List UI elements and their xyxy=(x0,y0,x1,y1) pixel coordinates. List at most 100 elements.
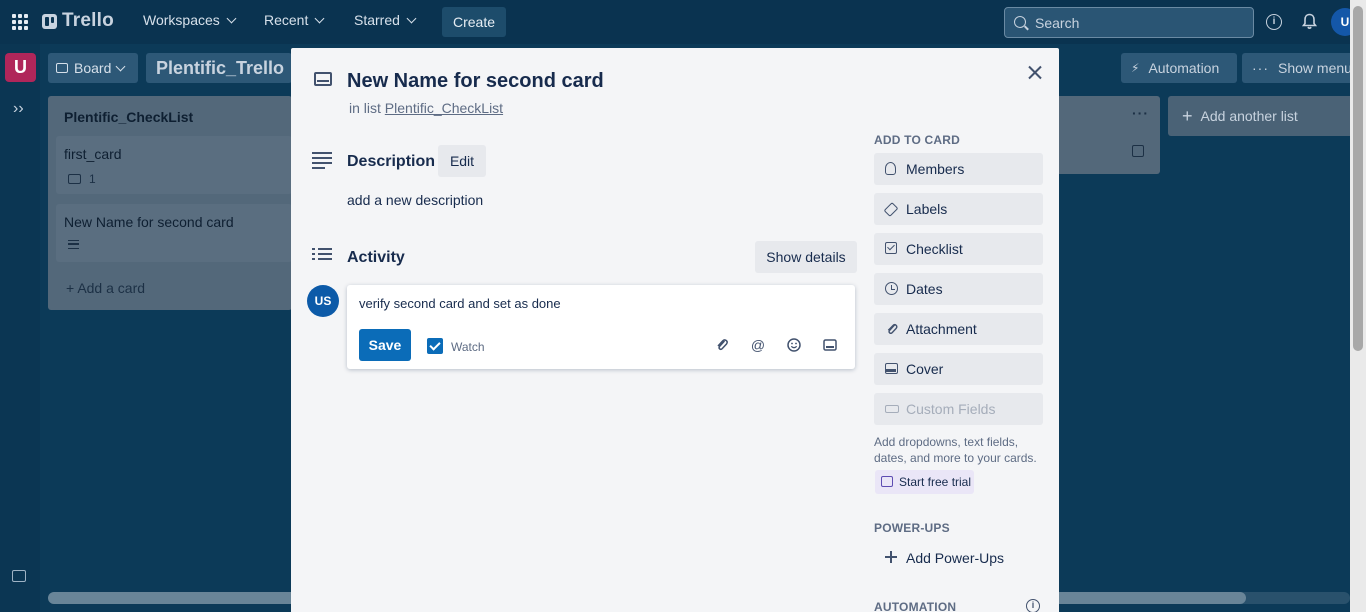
comment-count: 1 xyxy=(89,172,96,186)
app-switcher-icon[interactable] xyxy=(12,14,28,30)
board-icon xyxy=(56,63,68,73)
add-to-card-heading: ADD TO CARD xyxy=(874,133,960,147)
members-button[interactable]: Members xyxy=(874,153,1043,185)
add-list-button[interactable]: + Add another list xyxy=(1168,96,1366,136)
scrollbar-thumb[interactable] xyxy=(1353,6,1363,351)
board-title[interactable]: Plentific_Trello xyxy=(146,53,292,83)
chevron-down-icon xyxy=(314,13,325,23)
cover-button[interactable]: Cover xyxy=(874,353,1043,385)
card-first[interactable]: first_card 1 xyxy=(56,136,292,194)
activity-icon xyxy=(312,248,332,266)
watch-checkbox[interactable] xyxy=(427,338,443,354)
chevron-down-icon xyxy=(226,13,237,23)
in-list-prefix: in list xyxy=(349,100,381,116)
list-title[interactable]: Plentific_CheckList xyxy=(64,109,193,125)
list-menu-icon[interactable]: ··· xyxy=(1132,105,1149,121)
dates-button[interactable]: Dates xyxy=(874,273,1043,305)
activity-heading: Activity xyxy=(347,249,405,266)
cover-icon xyxy=(885,363,898,374)
search-icon xyxy=(1014,16,1026,28)
custom-fields-label: Custom Fields xyxy=(906,401,996,417)
checklist-button[interactable]: Checklist xyxy=(874,233,1043,265)
comment-input[interactable]: verify second card and set as done xyxy=(359,296,561,311)
card-title: New Name for second card xyxy=(64,214,234,230)
list-link[interactable]: Plentific_CheckList xyxy=(385,100,503,116)
card-template-icon[interactable] xyxy=(1132,145,1144,157)
left-sidebar xyxy=(0,44,40,612)
watch-label: Watch xyxy=(451,340,485,354)
description-icon xyxy=(68,240,79,249)
nav-recent[interactable]: Recent xyxy=(264,12,325,28)
dates-label: Dates xyxy=(906,281,943,297)
show-details-button[interactable]: Show details xyxy=(755,241,857,273)
save-button[interactable]: Save xyxy=(359,329,411,361)
emoji-icon[interactable] xyxy=(785,336,803,354)
add-card-button[interactable]: + Add a card xyxy=(66,280,145,296)
list-plentific-checklist: Plentific_CheckList first_card 1 New Nam… xyxy=(48,96,292,310)
comment-icon xyxy=(68,174,81,184)
plus-icon: + xyxy=(1182,105,1193,126)
add-list-label: Add another list xyxy=(1200,108,1298,124)
nav-workspaces[interactable]: Workspaces xyxy=(143,12,237,28)
add-card-label: Add a card xyxy=(77,280,146,296)
plus-icon: + xyxy=(66,280,75,296)
attachment-button[interactable]: Attachment xyxy=(874,313,1043,345)
members-label: Members xyxy=(906,161,965,177)
trello-logo[interactable]: Trello xyxy=(42,10,114,32)
mention-icon[interactable]: @ xyxy=(749,336,767,354)
top-header: Trello Workspaces Recent Starred Create … xyxy=(0,0,1366,44)
create-button[interactable]: Create xyxy=(442,7,506,37)
comment-editor[interactable]: verify second card and set as done Save … xyxy=(347,285,855,369)
trial-icon xyxy=(881,476,893,487)
automation-button[interactable]: ⚡︎ Automation xyxy=(1121,53,1237,83)
add-power-ups-button[interactable]: Add Power-Ups xyxy=(874,542,1043,574)
expand-sidebar-icon[interactable]: ›› xyxy=(13,100,24,118)
user-icon xyxy=(885,162,896,175)
search-placeholder: Search xyxy=(1035,14,1080,31)
nav-starred[interactable]: Starred xyxy=(354,12,417,28)
page-vertical-scrollbar[interactable] xyxy=(1350,0,1366,612)
nav-recent-label: Recent xyxy=(264,12,309,28)
board-view-label: Board xyxy=(74,60,112,76)
show-menu-button[interactable]: ··· Show menu xyxy=(1242,53,1366,83)
info-icon[interactable]: i xyxy=(1266,14,1282,30)
automation-label: Automation xyxy=(1148,60,1220,76)
custom-fields-icon xyxy=(885,405,899,413)
description-icon xyxy=(312,152,332,169)
checklist-icon xyxy=(885,242,897,254)
board-view-button[interactable]: Board xyxy=(48,53,138,83)
description-badge xyxy=(68,240,79,249)
automation-heading: AUTOMATION xyxy=(874,600,957,612)
trello-logo-icon xyxy=(42,13,57,29)
briefcase-icon[interactable] xyxy=(12,570,26,582)
avatar[interactable]: US xyxy=(307,285,339,317)
start-free-trial-button[interactable]: Start free trial xyxy=(875,470,974,494)
attachment-label: Attachment xyxy=(906,321,977,337)
close-icon[interactable] xyxy=(1024,62,1046,84)
logo-text: Trello xyxy=(62,10,114,31)
card-second[interactable]: New Name for second card xyxy=(56,204,292,262)
description-text[interactable]: add a new description xyxy=(347,192,483,208)
tag-icon xyxy=(883,202,899,217)
card-title[interactable]: New Name for second card xyxy=(347,70,604,93)
workspace-badge[interactable]: U xyxy=(5,53,36,82)
edit-description-button[interactable]: Edit xyxy=(438,145,486,177)
add-power-ups-label: Add Power-Ups xyxy=(906,550,1005,566)
labels-button[interactable]: Labels xyxy=(874,193,1043,225)
show-menu-label: Show menu xyxy=(1278,60,1352,76)
chevron-down-icon xyxy=(115,61,126,71)
info-icon[interactable]: i xyxy=(1026,599,1040,612)
card-list-reference: in list Plentific_CheckList xyxy=(349,100,503,116)
cover-label: Cover xyxy=(906,361,944,377)
trial-label: Start free trial xyxy=(899,475,972,489)
nav-starred-label: Starred xyxy=(354,12,400,28)
attachment-icon[interactable] xyxy=(713,336,731,354)
custom-fields-button[interactable]: Custom Fields xyxy=(874,393,1043,425)
card-title: first_card xyxy=(64,146,122,162)
card-icon xyxy=(314,72,332,86)
search-input[interactable]: Search xyxy=(1004,7,1254,38)
labels-label: Labels xyxy=(906,201,948,217)
bell-icon[interactable] xyxy=(1302,13,1317,30)
card-link-icon[interactable] xyxy=(821,336,839,354)
chevron-down-icon xyxy=(406,13,417,23)
